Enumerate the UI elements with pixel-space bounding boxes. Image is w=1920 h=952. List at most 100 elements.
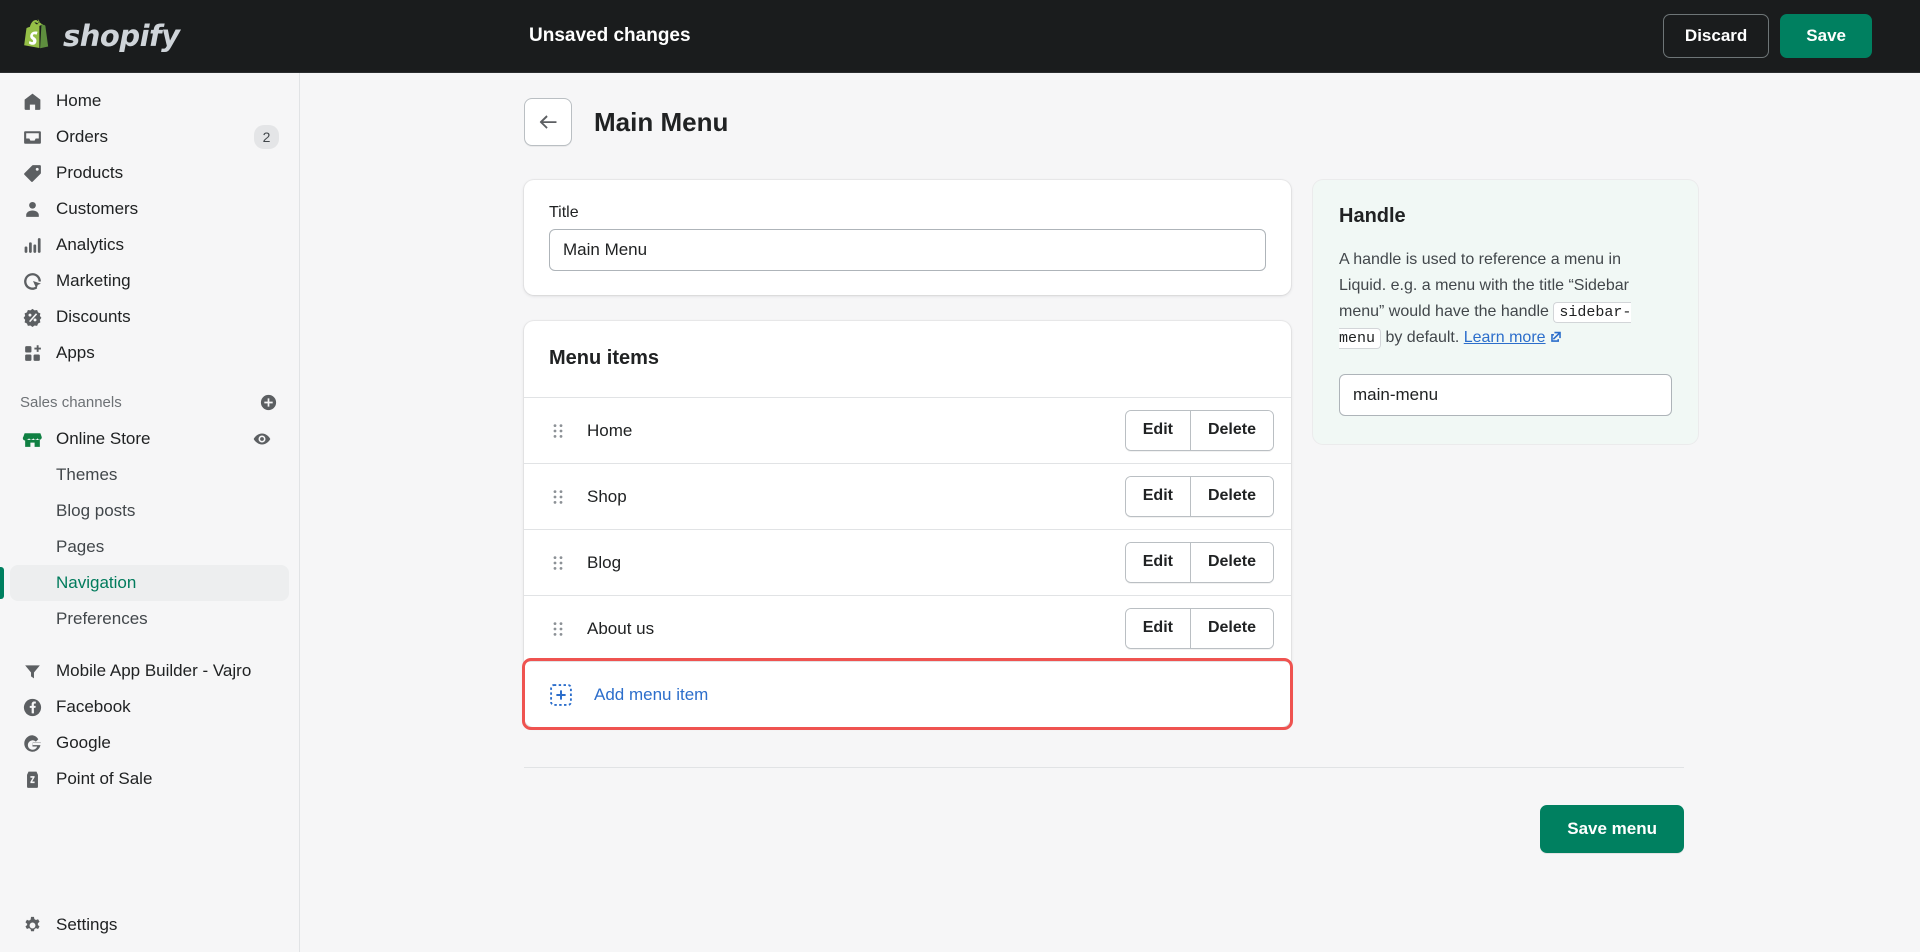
- sidebar-item-label: Home: [56, 91, 102, 110]
- home-icon: [20, 89, 44, 113]
- sidebar-item-facebook[interactable]: Facebook: [10, 689, 289, 725]
- sidebar-item-analytics[interactable]: Analytics: [10, 227, 289, 263]
- sidebar-item-label: Online Store: [56, 429, 151, 448]
- title-card: Title: [524, 180, 1291, 295]
- sidebar-item-themes[interactable]: Themes: [10, 457, 289, 493]
- row-action-group: Edit Delete: [1124, 410, 1274, 451]
- edit-button[interactable]: Edit: [1125, 543, 1190, 582]
- marketing-target-icon: [20, 269, 44, 293]
- point-of-sale-icon: [20, 767, 44, 791]
- sidebar-item-navigation[interactable]: Navigation: [0, 565, 289, 601]
- delete-button[interactable]: Delete: [1189, 477, 1273, 516]
- sidebar-item-orders[interactable]: Orders 2: [10, 119, 289, 155]
- save-menu-button[interactable]: Save menu: [1540, 805, 1684, 854]
- orders-count-badge: 2: [254, 125, 279, 149]
- delete-button[interactable]: Delete: [1189, 411, 1273, 450]
- sidebar-item-mobile-app-builder-vajro[interactable]: Mobile App Builder - Vajro: [10, 653, 289, 689]
- sidebar-item-label: Apps: [56, 343, 95, 362]
- storefront-icon: [20, 427, 44, 451]
- sidebar-item-online-store[interactable]: Online Store: [10, 421, 289, 457]
- delete-button[interactable]: Delete: [1189, 609, 1273, 648]
- sidebar-item-label: Discounts: [56, 307, 131, 326]
- back-button[interactable]: [524, 98, 572, 146]
- menu-item-label: Home: [587, 420, 633, 440]
- edit-button[interactable]: Edit: [1125, 609, 1190, 648]
- sidebar-subitem-label: Pages: [56, 537, 105, 556]
- sidebar-item-point-of-sale[interactable]: Point of Sale: [10, 761, 289, 797]
- sidebar-item-label: Settings: [56, 915, 118, 934]
- person-icon: [20, 197, 44, 221]
- table-row: Blog Edit Delete: [524, 529, 1291, 595]
- gear-icon: [20, 913, 44, 937]
- sidebar-item-customers[interactable]: Customers: [10, 191, 289, 227]
- sidebar-item-blog-posts[interactable]: Blog posts: [10, 493, 289, 529]
- sidebar-item-apps[interactable]: Apps: [10, 335, 289, 371]
- drag-dots-icon[interactable]: [550, 421, 566, 441]
- menu-item-label: About us: [587, 618, 655, 638]
- shopify-wordmark: shopify: [63, 19, 180, 53]
- sidebar-subitem-label: Navigation: [56, 573, 137, 592]
- top-bar-actions: Discard Save: [1662, 13, 1920, 59]
- table-row: Shop Edit Delete: [524, 463, 1291, 529]
- title-input[interactable]: [549, 229, 1266, 271]
- sidebar-item-label: Google: [56, 733, 111, 752]
- left-column: Title Menu items Home Edit Delete: [522, 180, 1293, 730]
- sidebar-subitem-label: Themes: [56, 465, 118, 484]
- sidebar-item-marketing[interactable]: Marketing: [10, 263, 289, 299]
- delete-button[interactable]: Delete: [1189, 543, 1273, 582]
- sidebar-item-label: Marketing: [56, 271, 131, 290]
- sidebar-item-label: Orders: [56, 127, 108, 146]
- drag-dots-icon[interactable]: [550, 487, 566, 507]
- drag-dots-icon[interactable]: [550, 619, 566, 639]
- apps-grid-plus-icon: [20, 341, 44, 365]
- sidebar-item-label: Customers: [56, 199, 139, 218]
- add-menu-item-label: Add menu item: [594, 684, 709, 704]
- product-tag-icon: [20, 161, 44, 185]
- footer-actions: Save menu: [300, 768, 1920, 854]
- plus-circle-icon[interactable]: [257, 391, 279, 413]
- menu-item-label: Shop: [587, 486, 627, 506]
- handle-card: Handle A handle is used to reference a m…: [1313, 180, 1698, 445]
- handle-description: A handle is used to reference a menu in …: [1339, 247, 1672, 353]
- table-row: About us Edit Delete: [524, 595, 1291, 661]
- sidebar-item-label: Point of Sale: [56, 769, 153, 788]
- sidebar-item-pages[interactable]: Pages: [10, 529, 289, 565]
- eye-icon[interactable]: [245, 427, 279, 451]
- sidebar-item-label: Mobile App Builder - Vajro: [56, 661, 252, 680]
- table-row: Home Edit Delete: [524, 397, 1291, 463]
- arrow-left-icon: [539, 115, 557, 129]
- sales-channels-header: Sales channels: [10, 385, 289, 419]
- main-content: Main Menu Title Menu items Home: [300, 73, 1920, 952]
- sidebar-item-products[interactable]: Products: [10, 155, 289, 191]
- add-square-dotted-icon: [550, 683, 572, 706]
- sidebar-item-discounts[interactable]: Discounts: [10, 299, 289, 335]
- discount-percent-icon: [20, 305, 44, 329]
- sidebar-item-label: Facebook: [56, 697, 131, 716]
- sidebar-item-google[interactable]: Google: [10, 725, 289, 761]
- menu-item-label: Blog: [587, 552, 622, 572]
- shopify-logo[interactable]: shopify: [0, 19, 300, 53]
- page-header: Main Menu: [300, 73, 1920, 146]
- sidebar-item-home[interactable]: Home: [10, 83, 289, 119]
- add-menu-item-highlight-wrap: Add menu item: [522, 658, 1293, 730]
- sidebar-subitem-label: Blog posts: [56, 501, 136, 520]
- row-action-group: Edit Delete: [1124, 542, 1274, 583]
- content-columns: Title Menu items Home Edit Delete: [300, 146, 1920, 730]
- sidebar-item-label: Products: [56, 163, 124, 182]
- edit-button[interactable]: Edit: [1125, 477, 1190, 516]
- top-bar: shopify Unsaved changes Discard Save: [0, 0, 1920, 73]
- save-button[interactable]: Save: [1780, 13, 1872, 59]
- edit-button[interactable]: Edit: [1125, 411, 1190, 450]
- sidebar-item-preferences[interactable]: Preferences: [10, 601, 289, 637]
- drag-dots-icon[interactable]: [550, 553, 566, 573]
- sidebar: Home Orders 2 Products Customers Analyti…: [0, 73, 300, 952]
- google-icon: [20, 731, 44, 755]
- discard-button[interactable]: Discard: [1662, 13, 1770, 59]
- row-action-group: Edit Delete: [1124, 476, 1274, 517]
- handle-input[interactable]: [1339, 374, 1672, 417]
- sidebar-item-settings[interactable]: Settings: [10, 913, 289, 952]
- learn-more-link[interactable]: Learn more: [1464, 329, 1546, 346]
- add-menu-item-row[interactable]: Add menu item: [524, 661, 1291, 727]
- bar-chart-icon: [20, 233, 44, 257]
- sales-channels-label: Sales channels: [20, 393, 122, 411]
